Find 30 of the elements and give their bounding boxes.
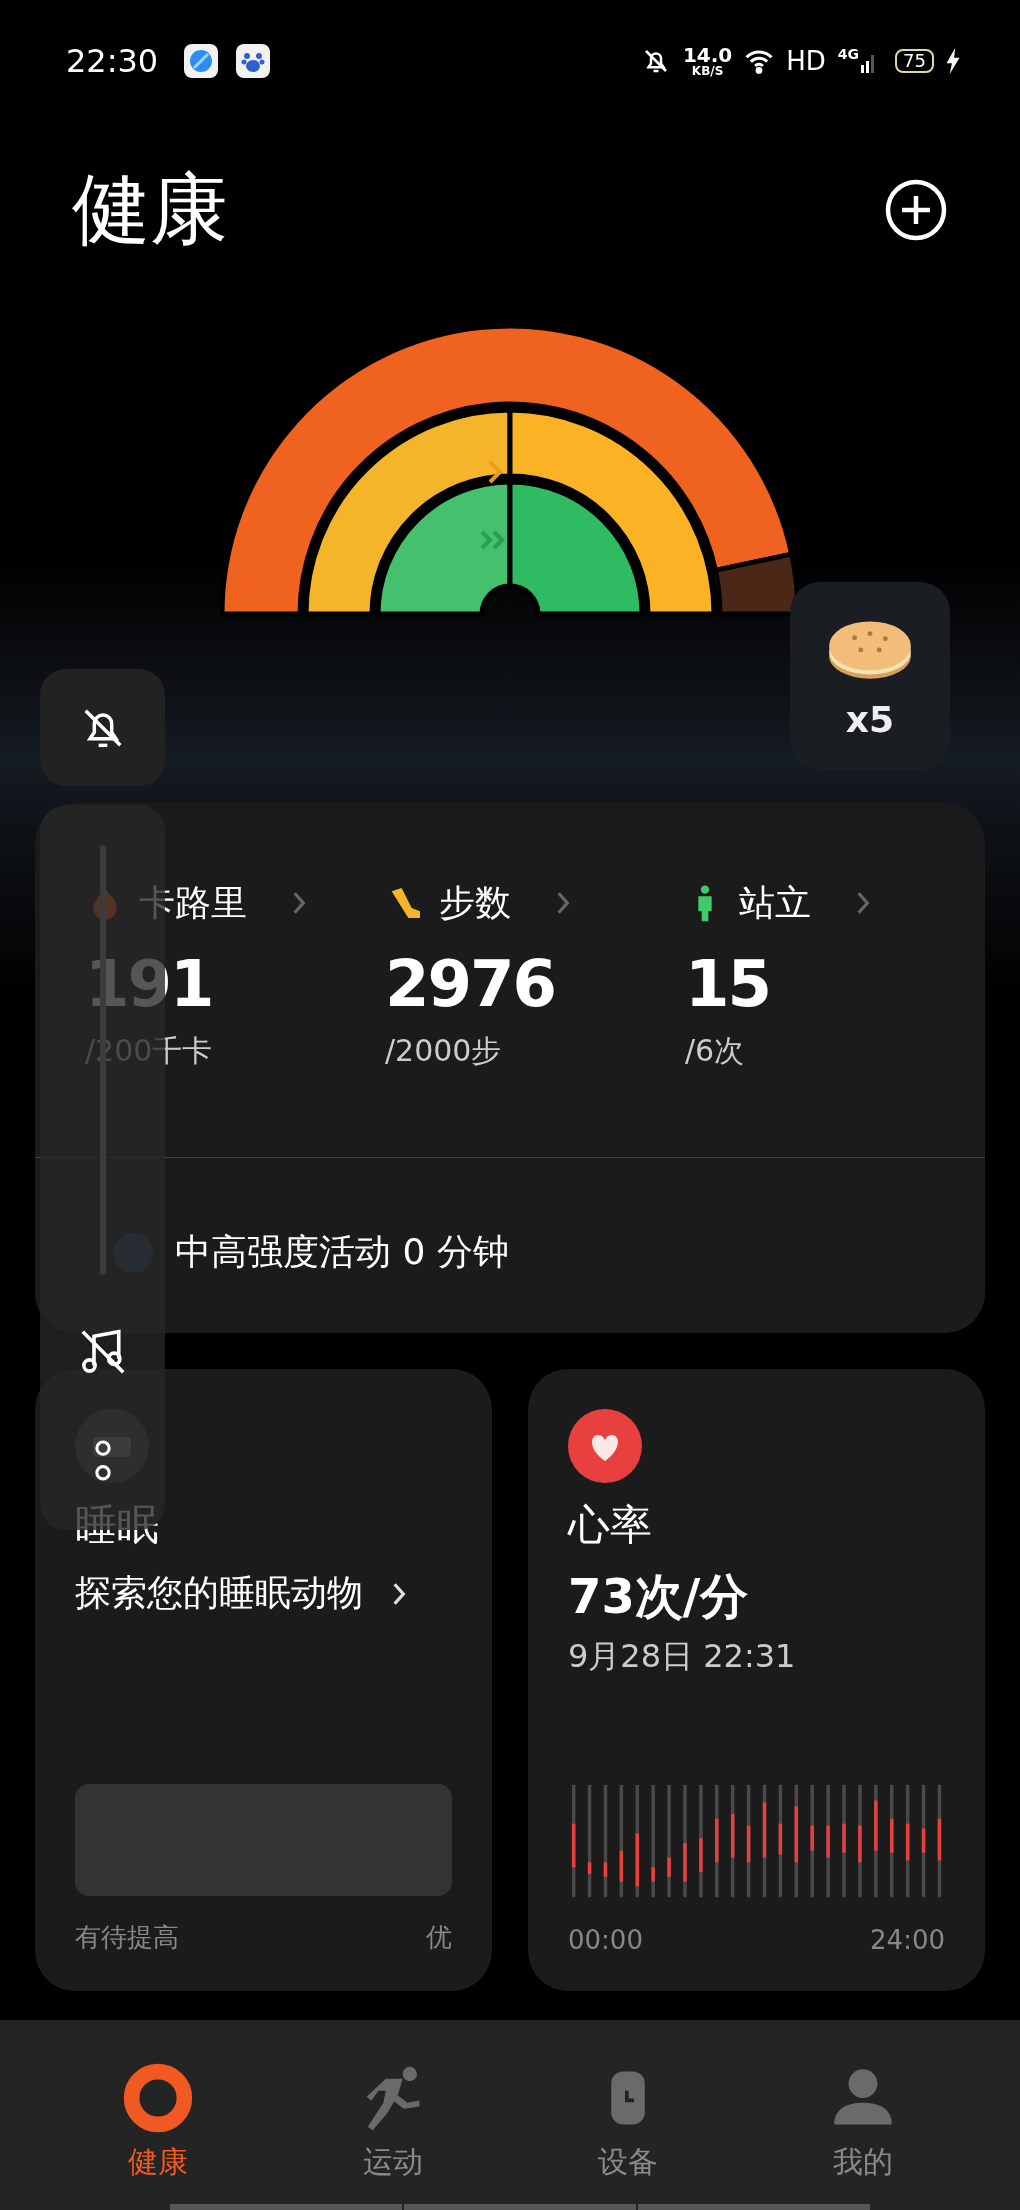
stat-goal: /2000步 <box>385 1031 503 1070</box>
activity-summary: 中高强度活动 0 分钟 <box>175 1230 509 1274</box>
stat-value: 2976 <box>385 946 557 1023</box>
heart-rate-card[interactable]: 心率 73次/分 9月28日 22:31 00:00 24:00 <box>528 1369 985 1991</box>
battery-level: 75 <box>895 49 934 73</box>
heart-rate-title: 心率 <box>568 1499 653 1551</box>
page-title: 健康 <box>72 162 228 256</box>
network-speed: 14.0 <box>682 45 733 65</box>
measure-time: 9月28日 22:31 <box>568 1636 797 1677</box>
scale-high-label: 优 <box>426 1921 452 1954</box>
reward-button[interactable]: x5 <box>790 582 950 770</box>
stat-goal: /6次 <box>685 1031 746 1070</box>
scale-low-label: 有待提高 <box>75 1921 179 1954</box>
status-time: 22:30 <box>66 42 159 80</box>
heart-rate-value: 73次/分 <box>568 1567 750 1626</box>
stat-value: 15 <box>685 946 772 1023</box>
speed-unit: KB/S <box>691 65 724 77</box>
sleep-card[interactable]: 睡眠 探索您的睡眠动物 有待提高 优 <box>35 1369 492 1991</box>
stat-label[interactable]: 步数 <box>439 878 511 928</box>
stat-label[interactable]: 站立 <box>739 878 811 928</box>
nav-tab[interactable]: 健康 <box>40 2020 275 2204</box>
axis-end-label: 24:00 <box>870 1925 945 1955</box>
network-type: 4G <box>837 46 860 62</box>
sleep-animal-link[interactable]: 探索您的睡眠动物 <box>75 1569 363 1618</box>
sleep-title: 睡眠 <box>75 1499 160 1551</box>
axis-start-label: 00:00 <box>568 1925 643 1955</box>
nav-tab[interactable]: 设备 <box>510 2020 745 2204</box>
hd-label: HD <box>786 46 826 76</box>
nav-tab[interactable]: 我的 <box>745 2020 980 2204</box>
nav-tab[interactable]: 运动 <box>275 2020 510 2204</box>
